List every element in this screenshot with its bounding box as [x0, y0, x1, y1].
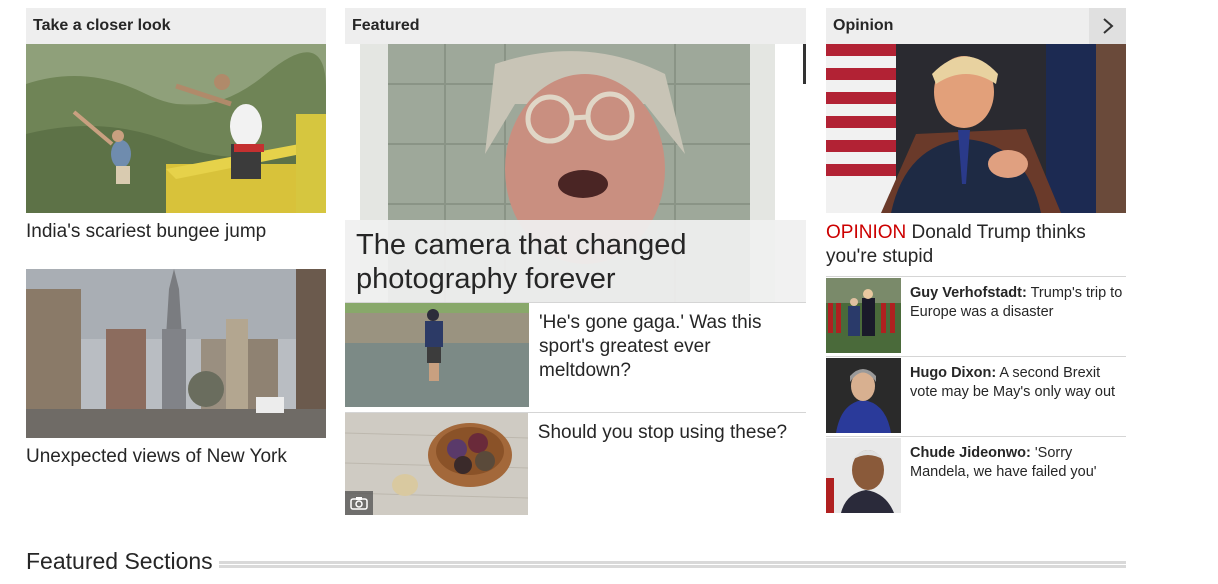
featured-hero-headline[interactable]: The camera that changed photography fore…: [345, 220, 806, 302]
featured-title: Featured: [352, 17, 420, 34]
opinion-header: Opinion: [826, 8, 1126, 44]
chevron-right-icon[interactable]: [1089, 8, 1126, 44]
featured-list-item[interactable]: 'He's gone gaga.' Was this sport's great…: [345, 302, 806, 412]
new-york-headline[interactable]: Unexpected views of New York: [26, 445, 326, 469]
page: Take a closer look India's scariest bung…: [0, 0, 1218, 584]
featured-hero[interactable]: The camera that changed photography fore…: [345, 44, 806, 302]
bungee-jump-image[interactable]: [26, 44, 326, 213]
featured-list-item[interactable]: Should you stop using these?: [345, 412, 806, 517]
opinion-author: Chude Jideonwo:: [910, 445, 1031, 461]
opinion-title: Opinion: [833, 17, 894, 34]
opinion-list-item[interactable]: Guy Verhofstadt: Trump's trip to Europe …: [826, 276, 1126, 356]
featured-sections: Featured Sections: [26, 544, 1126, 578]
opinion-list-item[interactable]: Chude Jideonwo: 'Sorry Mandela, we have …: [826, 436, 1126, 516]
bungee-jump-headline[interactable]: India's scariest bungee jump: [26, 220, 326, 244]
new-york-image[interactable]: [26, 269, 326, 438]
closer-look-title: Take a closer look: [33, 17, 171, 34]
featured-column: Featured The camera that changed photogr…: [345, 8, 806, 517]
stop-using-headline[interactable]: Should you stop using these?: [538, 421, 806, 517]
gaga-headline[interactable]: 'He's gone gaga.' Was this sport's great…: [539, 311, 799, 412]
opinion-item-text[interactable]: Guy Verhofstadt: Trump's trip to Europe …: [910, 284, 1126, 356]
opinion-item-text[interactable]: Chude Jideonwo: 'Sorry Mandela, we have …: [910, 444, 1126, 516]
opinion-main-headline[interactable]: OPINION Donald Trump thinks you're stupi…: [826, 221, 1126, 269]
jideonwo-thumb[interactable]: [826, 438, 901, 513]
camera-icon: [345, 491, 373, 515]
trump-image[interactable]: [826, 44, 1126, 213]
featured-sections-title: Featured Sections: [26, 547, 213, 574]
opinion-list-item[interactable]: Hugo Dixon: A second Brexit vote may be …: [826, 356, 1126, 436]
verhofstadt-thumb[interactable]: [826, 278, 901, 353]
capsules-image[interactable]: [345, 413, 528, 515]
featured-header: Featured: [345, 8, 806, 44]
opinion-author: Hugo Dixon:: [910, 365, 997, 381]
closer-look-column: Take a closer look India's scariest bung…: [26, 8, 326, 469]
opinion-list: Guy Verhofstadt: Trump's trip to Europe …: [826, 276, 1126, 516]
opinion-column: Opinion OPINION Donald Trump thinks you'…: [826, 8, 1126, 516]
dixon-thumb[interactable]: [826, 358, 901, 433]
opinion-author: Guy Verhofstadt:: [910, 285, 1027, 301]
closer-look-header: Take a closer look: [26, 8, 326, 44]
golfer-image[interactable]: [345, 303, 529, 407]
opinion-item-text[interactable]: Hugo Dixon: A second Brexit vote may be …: [910, 364, 1126, 436]
section-divider: [218, 560, 1126, 568]
opinion-kicker: OPINION: [826, 222, 907, 243]
